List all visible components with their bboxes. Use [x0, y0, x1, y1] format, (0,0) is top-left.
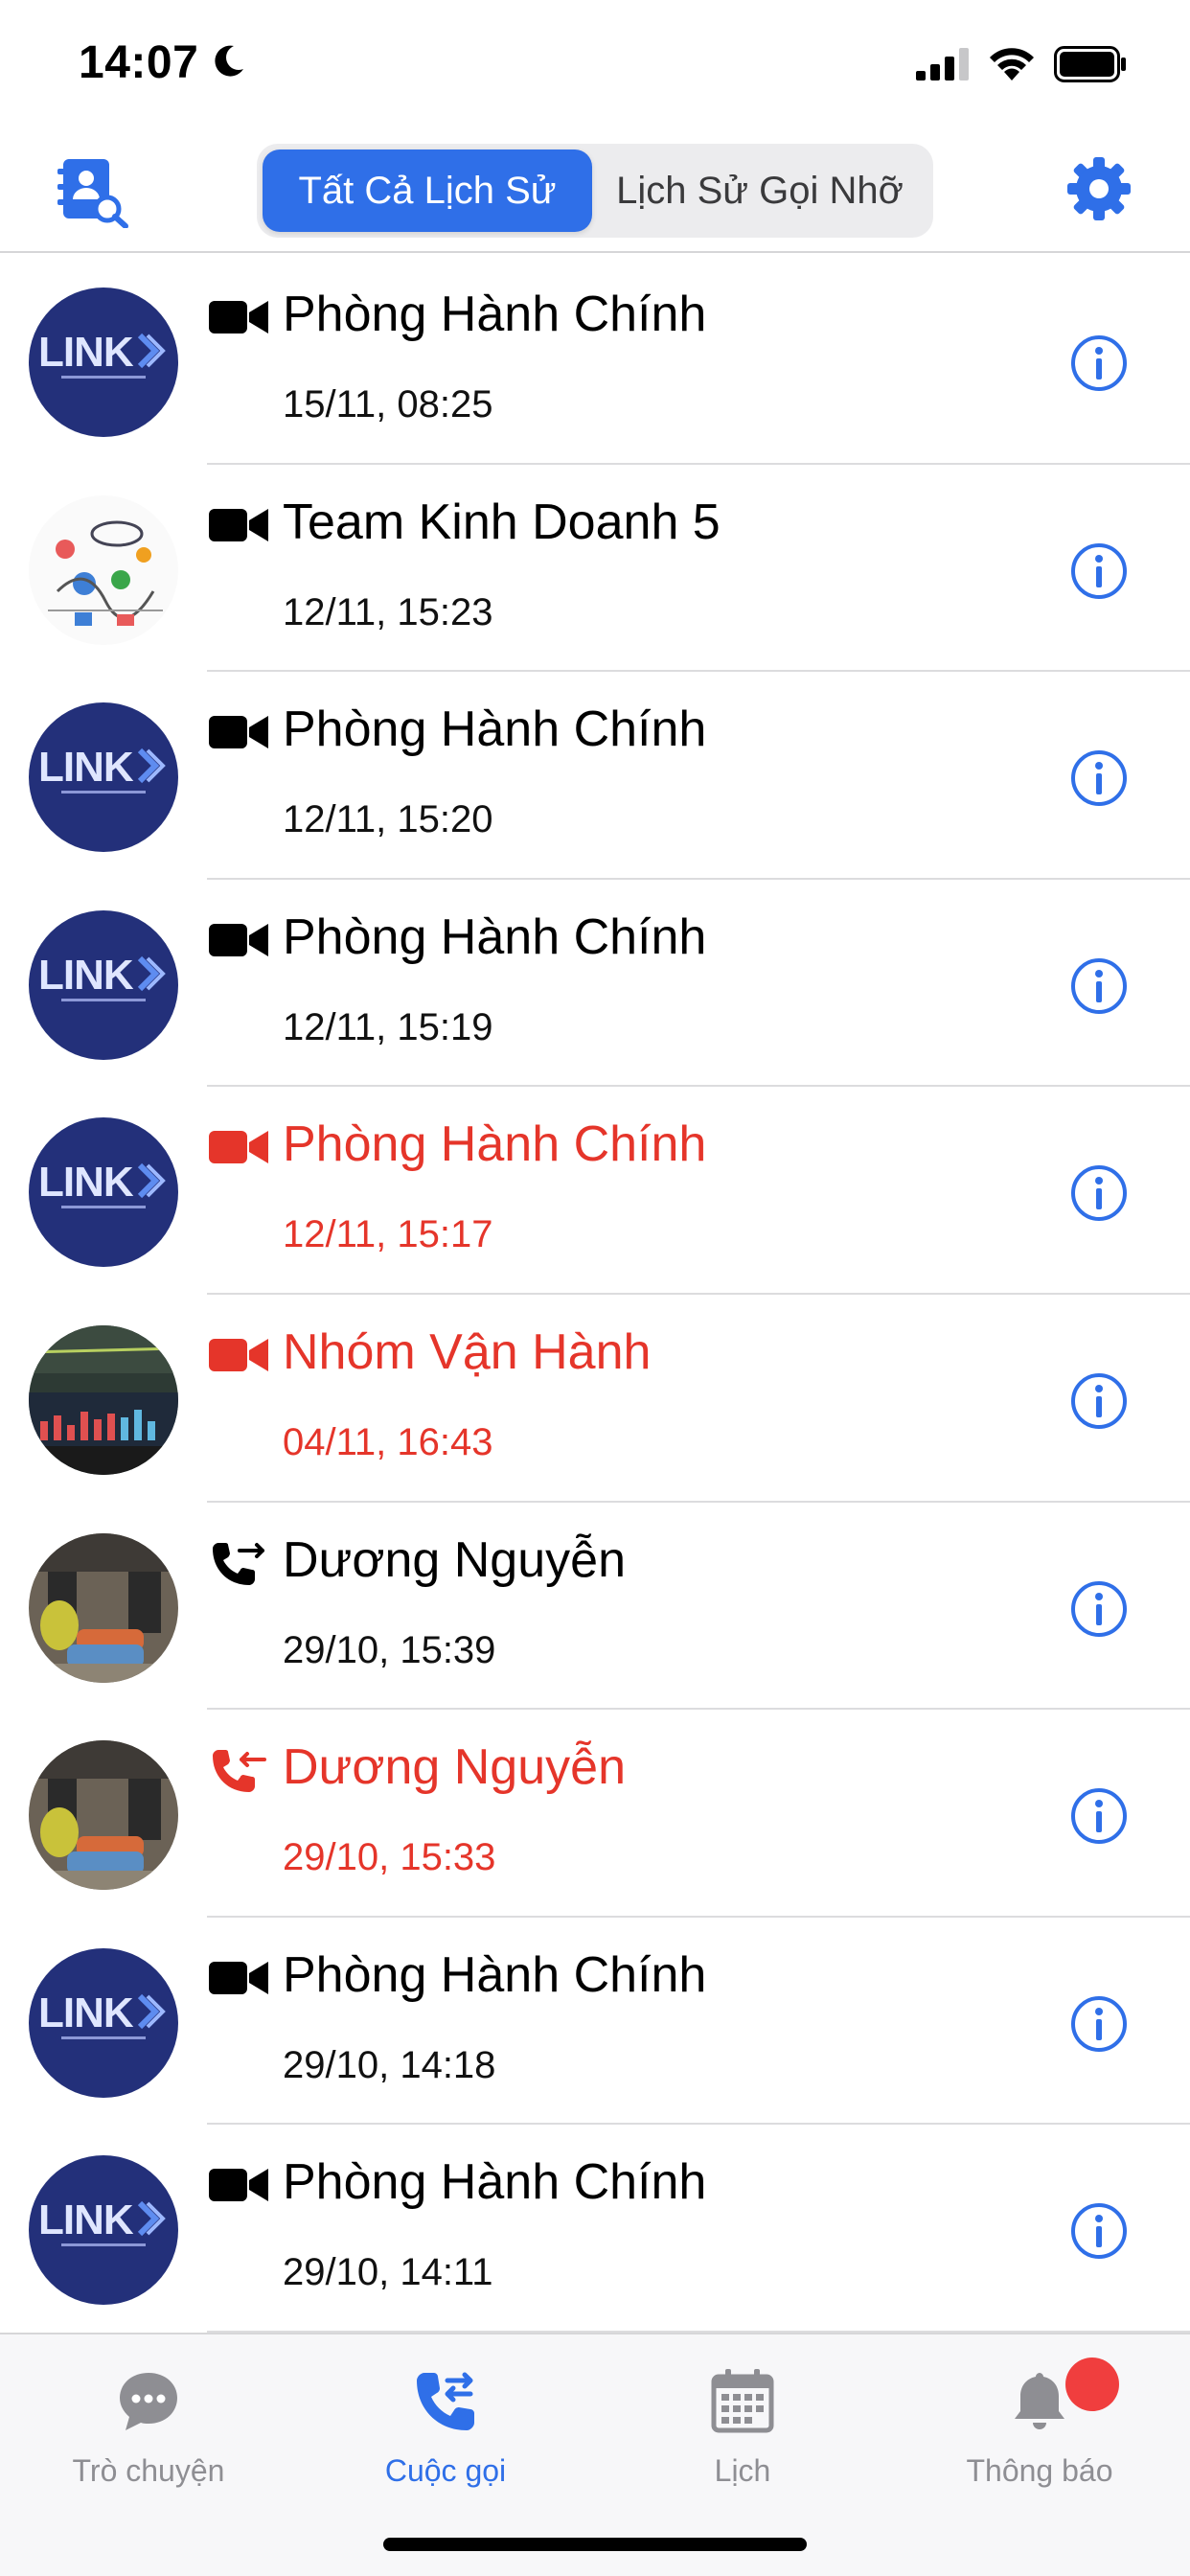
info-icon[interactable]: [1069, 1786, 1129, 1846]
bell-icon: [1015, 2373, 1064, 2429]
tab-missed-calls[interactable]: Lịch Sử Gọi Nhỡ: [592, 150, 927, 232]
call-row[interactable]: Nhóm Vận Hành 04/11, 16:43: [0, 1295, 1190, 1503]
call-row[interactable]: LINK Phòng Hành Chính 12/11, 15:20: [0, 672, 1190, 880]
avatar: [29, 1740, 178, 1891]
call-timestamp: 12/11, 15:20: [283, 798, 493, 841]
video-icon: [209, 293, 268, 341]
svg-text:LINK: LINK: [38, 952, 134, 999]
avatar: LINK: [29, 288, 178, 437]
info-icon[interactable]: [1069, 334, 1129, 393]
tab-notifications-label: Thông báo: [966, 2453, 1113, 2488]
info-icon[interactable]: [1069, 1579, 1129, 1639]
phone-transfer-icon: [417, 2372, 474, 2430]
tab-all-history[interactable]: Tất Cả Lịch Sử: [263, 150, 592, 232]
caller-name: Nhóm Vận Hành: [283, 1323, 652, 1380]
call-timestamp: 29/10, 15:39: [283, 1628, 496, 1671]
caller-name: Team Kinh Doanh 5: [283, 494, 721, 550]
info-icon[interactable]: [1069, 1371, 1129, 1431]
video-icon: [209, 501, 268, 549]
svg-text:LINK: LINK: [38, 1159, 134, 1206]
status-time: 14:07: [79, 37, 199, 88]
call-row[interactable]: Dương Nguyễn 29/10, 15:39: [0, 1503, 1190, 1711]
avatar: LINK: [29, 702, 178, 853]
calendar-icon: [711, 2369, 774, 2433]
call-timestamp: 12/11, 15:23: [283, 590, 493, 633]
svg-text:LINK: LINK: [38, 1990, 134, 2036]
tab-calendar[interactable]: Lịch: [594, 2348, 891, 2492]
caller-name: Phòng Hành Chính: [283, 1946, 707, 2003]
avatar: LINK: [29, 1117, 178, 1268]
svg-text:LINK: LINK: [38, 744, 134, 791]
call-timestamp: 29/10, 14:11: [283, 2251, 493, 2294]
gear-icon[interactable]: [1065, 155, 1133, 222]
contact-search-icon[interactable]: [57, 157, 128, 228]
video-icon: [209, 2161, 268, 2209]
tab-calls-label: Cuộc gọi: [384, 2453, 507, 2488]
video-icon: [209, 916, 268, 964]
caller-name: Phòng Hành Chính: [283, 287, 707, 342]
avatar: LINK: [29, 1947, 178, 2098]
info-icon[interactable]: [1069, 541, 1129, 601]
nav-header: Tất Cả Lịch Sử Lịch Sử Gọi Nhỡ: [0, 126, 1190, 253]
tab-chat-label: Trò chuyện: [72, 2453, 225, 2488]
caller-name: Phòng Hành Chính: [283, 908, 707, 965]
video-icon: [209, 1954, 268, 2002]
call-row[interactable]: LINK Phòng Hành Chính 29/10, 14:18: [0, 1918, 1190, 2126]
avatar: [29, 1324, 178, 1475]
battery-icon: [1054, 46, 1126, 82]
caller-name: Phòng Hành Chính: [283, 702, 707, 758]
call-timestamp: 12/11, 15:17: [283, 1213, 493, 1256]
cellular-signal-icon: [916, 48, 969, 80]
call-row[interactable]: LINK Phòng Hành Chính 15/11, 08:25: [0, 257, 1190, 465]
home-indicator[interactable]: [383, 2538, 807, 2551]
notification-badge: [1065, 2358, 1119, 2411]
caller-name: Phòng Hành Chính: [283, 1116, 707, 1173]
info-icon[interactable]: [1069, 2201, 1129, 2261]
call-row[interactable]: Team Kinh Doanh 5 12/11, 15:23: [0, 465, 1190, 673]
call-history-screen: 14:07 Tất Cả Lịch Sử Lịch Sử Gọi Nhỡ LIN…: [0, 0, 1190, 2576]
tab-calendar-label: Lịch: [714, 2453, 771, 2488]
avatar: LINK: [29, 909, 178, 1060]
incoming-call-icon: [209, 1746, 268, 1794]
tab-chat[interactable]: Trò chuyện: [0, 2348, 297, 2492]
caller-name: Phòng Hành Chính: [283, 2154, 707, 2211]
svg-text:LINK: LINK: [38, 2196, 134, 2243]
caller-name: Dương Nguyễn: [283, 1739, 626, 1796]
call-timestamp: 04/11, 16:43: [283, 1420, 493, 1463]
svg-text:LINK: LINK: [38, 329, 134, 376]
avatar: [29, 1532, 178, 1683]
call-timestamp: 29/10, 15:33: [283, 1836, 496, 1879]
caller-name: Dương Nguyễn: [283, 1531, 626, 1588]
call-timestamp: 29/10, 14:18: [283, 2043, 496, 2086]
outgoing-call-icon: [209, 1539, 268, 1587]
avatar: LINK: [29, 2155, 178, 2306]
call-timestamp: 12/11, 15:19: [283, 1005, 493, 1048]
call-row[interactable]: LINK Phòng Hành Chính 29/10, 14:11: [0, 2125, 1190, 2333]
info-icon[interactable]: [1069, 1163, 1129, 1223]
call-history-list: LINK Phòng Hành Chính 15/11, 08:25 Team …: [0, 257, 1190, 2333]
history-filter-segmented-control: Tất Cả Lịch Sử Lịch Sử Gọi Nhỡ: [257, 144, 933, 238]
info-icon[interactable]: [1069, 1994, 1129, 2054]
call-row[interactable]: LINK Phòng Hành Chính 12/11, 15:17: [0, 1087, 1190, 1295]
chat-bubble-icon: [120, 2373, 177, 2430]
video-icon: [209, 1123, 268, 1171]
tab-notifications[interactable]: Thông báo: [891, 2348, 1188, 2492]
call-row[interactable]: Dương Nguyễn 29/10, 15:33: [0, 1710, 1190, 1918]
status-bar: 14:07: [0, 0, 1190, 126]
info-icon[interactable]: [1069, 748, 1129, 808]
video-icon: [209, 1331, 268, 1379]
call-timestamp: 15/11, 08:25: [283, 383, 493, 426]
call-row[interactable]: LINK Phòng Hành Chính 12/11, 15:19: [0, 880, 1190, 1088]
avatar: [29, 494, 178, 645]
video-icon: [209, 708, 268, 756]
moon-icon: [215, 45, 243, 77]
info-icon[interactable]: [1069, 956, 1129, 1016]
wifi-icon: [990, 48, 1034, 80]
tab-calls[interactable]: Cuộc gọi: [297, 2348, 594, 2492]
